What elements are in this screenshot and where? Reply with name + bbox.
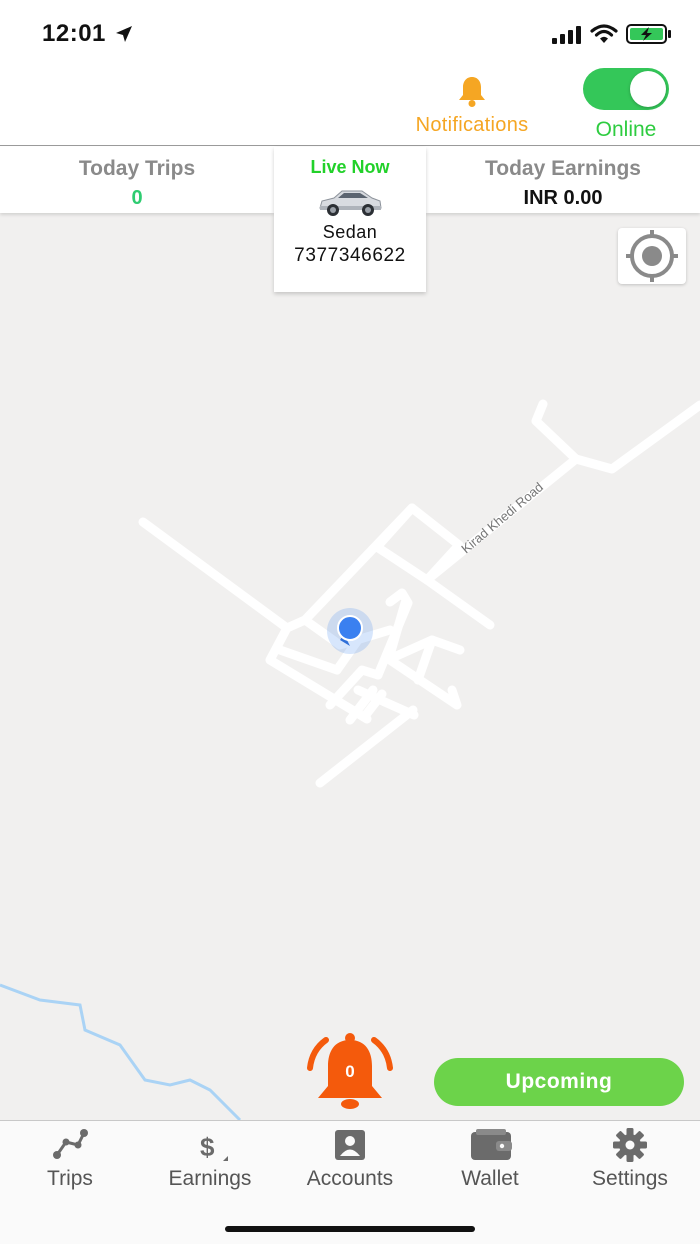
status-bar: 12:01	[0, 0, 700, 64]
bell-icon	[459, 77, 485, 107]
cellular-signal-icon	[552, 26, 581, 44]
home-indicator	[225, 1226, 475, 1232]
live-vehicle-card[interactable]: Live Now Sedan 7377346622	[274, 147, 426, 292]
wallet-icon	[471, 1129, 512, 1160]
tab-wallet[interactable]: Wallet	[420, 1121, 560, 1201]
toggle-knob	[630, 71, 666, 107]
online-toggle[interactable]	[583, 68, 669, 110]
ride-alert-button[interactable]: 0	[304, 1032, 396, 1114]
alert-count: 0	[345, 1062, 355, 1081]
notifications-button[interactable]: Notifications	[398, 74, 546, 137]
route-icon	[53, 1129, 88, 1159]
tab-trips-label: Trips	[47, 1167, 93, 1190]
road-label: Kirad Khedi Road	[458, 479, 546, 556]
status-time: 12:01	[42, 20, 106, 47]
tab-trips[interactable]: Trips	[0, 1121, 140, 1201]
tab-accounts[interactable]: Accounts	[280, 1121, 420, 1201]
today-earnings-label: Today Earnings	[485, 157, 641, 180]
live-now-label: Live Now	[310, 157, 390, 177]
notifications-label: Notifications	[415, 114, 529, 136]
location-arrow-icon	[116, 26, 132, 42]
upcoming-button[interactable]: Upcoming	[434, 1058, 684, 1106]
today-trips-label: Today Trips	[78, 157, 196, 180]
vehicle-type: Sedan	[322, 222, 378, 242]
dollar-icon: $	[200, 1132, 228, 1162]
online-label: Online	[595, 118, 657, 141]
tab-settings[interactable]: Settings	[560, 1121, 700, 1201]
tab-wallet-label: Wallet	[461, 1167, 519, 1190]
map-roads: Kirad Khedi Road	[0, 399, 700, 1120]
vehicle-number: 7377346622	[294, 245, 406, 266]
tab-accounts-label: Accounts	[306, 1167, 394, 1190]
today-earnings-card: Today Earnings INR 0.00	[426, 147, 700, 213]
gear-icon	[613, 1128, 647, 1162]
app-header: Notifications Online	[0, 64, 700, 146]
map-view[interactable]: Kirad Khedi Road	[0, 147, 700, 1120]
svg-text:$: $	[200, 1132, 215, 1162]
tab-earnings-label: Earnings	[168, 1167, 252, 1190]
online-toggle-group: Online	[580, 68, 672, 142]
recenter-location-button[interactable]	[618, 228, 686, 284]
tab-earnings[interactable]: $ Earnings	[140, 1121, 280, 1201]
crosshair-icon	[626, 230, 678, 282]
tab-settings-label: Settings	[592, 1167, 668, 1190]
car-icon	[319, 190, 382, 216]
today-earnings-value: INR 0.00	[523, 187, 603, 209]
today-trips-card: Today Trips 0	[0, 147, 274, 213]
wifi-icon	[590, 24, 618, 43]
battery-charging-icon	[626, 24, 671, 44]
account-icon	[335, 1130, 365, 1160]
today-trips-value: 0	[131, 187, 143, 209]
